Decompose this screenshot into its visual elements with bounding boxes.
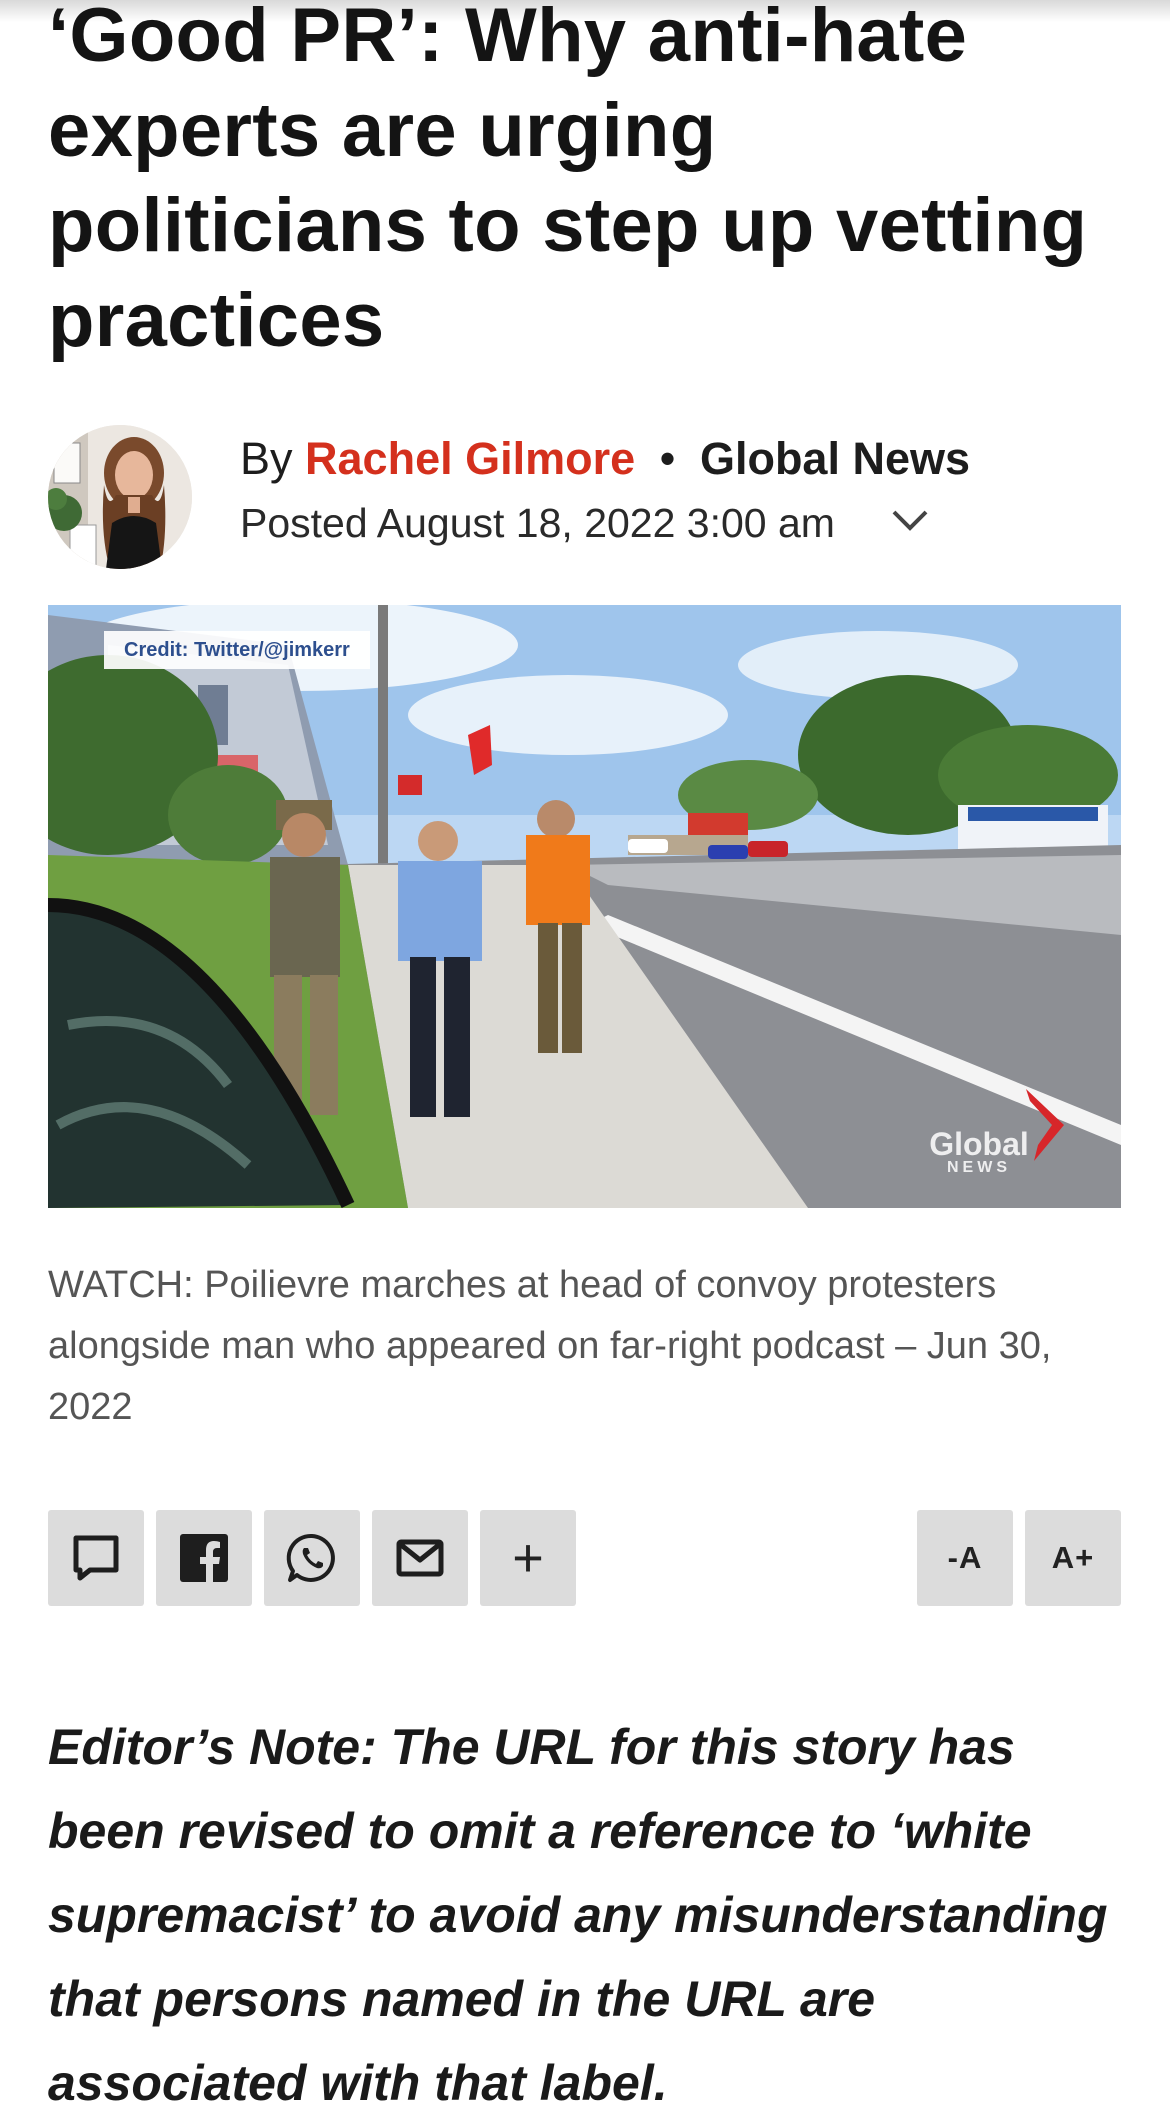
author-link[interactable]: Rachel Gilmore [305, 433, 635, 484]
photo-credit: Credit: Twitter/@jimkerr [104, 631, 370, 669]
chevron-down-icon[interactable] [890, 506, 930, 536]
posted-date: Posted August 18, 2022 3:00 am [240, 500, 835, 546]
video-thumbnail-image [48, 605, 1121, 1208]
by-label: By [240, 433, 293, 484]
author-avatar[interactable] [48, 425, 192, 569]
facebook-icon [180, 1534, 228, 1582]
whatsapp-share-button[interactable] [264, 1510, 360, 1606]
facebook-share-button[interactable] [156, 1510, 252, 1606]
video-caption: WATCH: Poilievre marches at head of conv… [48, 1264, 1052, 1428]
email-share-button[interactable] [372, 1510, 468, 1606]
whatsapp-icon [286, 1533, 335, 1582]
article-headline: ‘Good PR’: Why anti-hate experts are urg… [48, 0, 1088, 363]
comment-icon [73, 1535, 119, 1581]
byline-separator: • [659, 433, 676, 484]
editors-note: Editor’s Note: The URL for this story ha… [48, 1719, 1108, 2111]
byline: By Rachel Gilmore • Global News [240, 432, 970, 486]
more-share-button[interactable]: + [480, 1510, 576, 1606]
decrease-font-button[interactable]: -A [917, 1510, 1013, 1606]
global-news-watermark: Global NEWS [929, 1126, 1029, 1176]
comment-button[interactable] [48, 1510, 144, 1606]
video-thumbnail[interactable]: Credit: Twitter/@jimkerr Global NEWS [48, 605, 1121, 1208]
increase-font-button[interactable]: A+ [1025, 1510, 1121, 1606]
email-icon [396, 1539, 444, 1577]
source-name: Global News [699, 433, 971, 484]
